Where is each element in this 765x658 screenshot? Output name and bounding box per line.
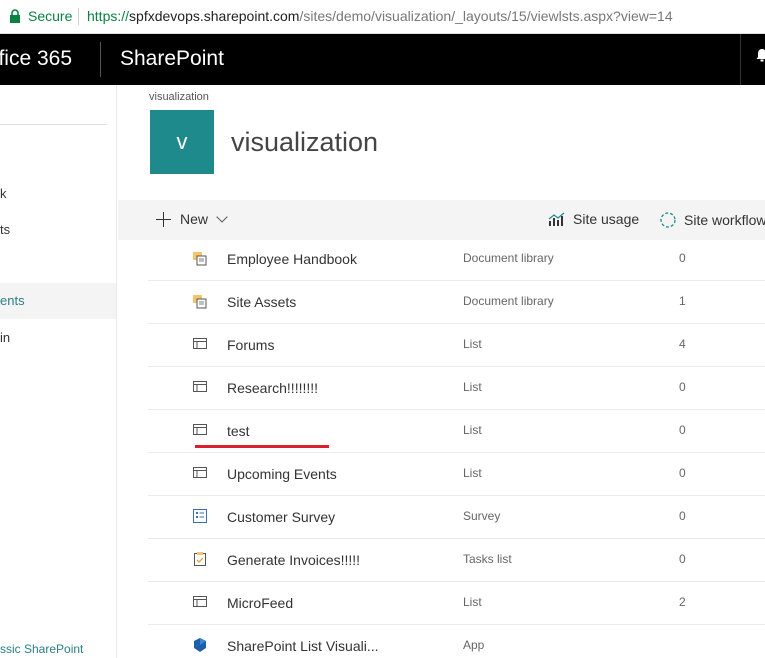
url-text[interactable]: https://spfxdevops.sharepoint.com/sites/…: [87, 8, 673, 24]
list-icon: [192, 422, 208, 438]
list-item-type: List: [463, 380, 482, 394]
leftnav-item-1[interactable]: k: [0, 186, 7, 201]
leftnav-item-4[interactable]: in: [0, 330, 10, 345]
sharepoint-link[interactable]: SharePoint: [120, 47, 224, 71]
lock-icon: [10, 9, 20, 23]
list-icon: [192, 379, 208, 395]
survey-icon: [192, 508, 208, 524]
document-library-icon: [192, 250, 208, 266]
list-icon: [192, 594, 208, 610]
list-item-name[interactable]: Customer Survey: [227, 509, 335, 525]
leftnav-divider: [0, 124, 107, 125]
list-item-type: List: [463, 423, 482, 437]
url-protocol: https://: [87, 8, 130, 24]
list-item-type: List: [463, 595, 482, 609]
site-workflows-label: Site workflow: [684, 212, 765, 228]
list-item-name[interactable]: Employee Handbook: [227, 251, 357, 267]
list-icon: [192, 465, 208, 481]
list-item-count: 0: [679, 509, 686, 523]
office365-link[interactable]: ffice 365: [0, 47, 72, 71]
url-path: /sites/demo/visualization/_layouts/15/vi…: [299, 8, 673, 24]
secure-label: Secure: [28, 8, 73, 24]
url-host: spfxdevops.sharepoint.com: [129, 8, 300, 24]
list-item-name[interactable]: MicroFeed: [227, 595, 293, 611]
list-row[interactable]: Forums List 4: [148, 324, 765, 367]
site-usage-button[interactable]: Site usage: [548, 211, 639, 227]
list-row[interactable]: Upcoming Events List 0: [148, 453, 765, 496]
list-item-count: 2: [679, 595, 686, 609]
list-item-type: List: [463, 337, 482, 351]
list-item-count: 0: [679, 466, 686, 480]
suite-bar: ffice 365 SharePoint: [0, 34, 765, 85]
site-logo-letter: v: [176, 129, 188, 154]
address-divider: [78, 8, 79, 25]
plus-icon: [156, 211, 171, 227]
list-item-count: 1: [679, 294, 686, 308]
list-item-name[interactable]: SharePoint List Visuali...: [227, 638, 379, 654]
list-row[interactable]: Customer Survey Survey 0: [148, 496, 765, 539]
highlight-underline: [195, 445, 329, 448]
site-title[interactable]: visualization: [231, 127, 378, 158]
chevron-down-icon: [216, 210, 228, 223]
tasks-list-icon: [192, 551, 208, 567]
list-item-name[interactable]: Generate Invoices!!!!!: [227, 552, 360, 568]
list-item-type: Tasks list: [463, 552, 512, 566]
list-icon: [192, 336, 208, 352]
app-icon: [192, 637, 208, 653]
leftnav-item-site-contents[interactable]: ents: [0, 283, 116, 319]
breadcrumb[interactable]: visualization: [149, 91, 209, 103]
list-row[interactable]: MicroFeed List 2: [148, 582, 765, 625]
new-button[interactable]: New: [156, 210, 228, 227]
list-item-type: Document library: [463, 251, 554, 265]
list-item-count: 0: [679, 552, 686, 566]
left-navigation: k ts ents in ssic SharePoint: [0, 85, 117, 658]
list-item-name[interactable]: Site Assets: [227, 294, 296, 310]
list-item-name[interactable]: Upcoming Events: [227, 466, 337, 482]
browser-address-bar[interactable]: Secure https://spfxdevops.sharepoint.com…: [0, 0, 765, 34]
chart-icon: [548, 212, 565, 226]
return-to-classic-link[interactable]: ssic SharePoint: [0, 642, 83, 656]
new-label: New: [180, 211, 209, 227]
list-item-type: Document library: [463, 294, 554, 308]
list-row[interactable]: Employee Handbook Document library 0: [148, 238, 765, 281]
bell-icon: [756, 49, 765, 62]
workflow-icon: [660, 212, 676, 228]
list-item-count: 0: [679, 251, 686, 265]
list-item-count: 4: [679, 337, 686, 351]
list-item-name[interactable]: test: [227, 423, 250, 439]
site-logo[interactable]: v: [150, 110, 214, 174]
list-item-type: App: [463, 638, 485, 652]
list-item-type: List: [463, 466, 482, 480]
list-item-name[interactable]: Forums: [227, 337, 274, 353]
list-item-type: Survey: [463, 509, 501, 523]
site-contents-list: Employee Handbook Document library 0 Site A…: [148, 238, 765, 658]
leftnav-item-2[interactable]: ts: [0, 222, 10, 237]
list-item-count: 0: [679, 423, 686, 437]
list-item-name[interactable]: Research!!!!!!!!: [227, 380, 318, 396]
site-usage-label: Site usage: [573, 211, 640, 227]
site-workflows-button[interactable]: Site workflow: [659, 211, 765, 229]
list-row[interactable]: Site Assets Document library 1: [148, 281, 765, 324]
list-item-count: 0: [679, 380, 686, 394]
document-library-icon: [192, 293, 208, 309]
list-row[interactable]: SharePoint List Visuali... App: [148, 625, 765, 658]
suite-divider: [100, 42, 101, 77]
list-row[interactable]: Research!!!!!!!! List 0: [148, 367, 765, 410]
list-row[interactable]: Generate Invoices!!!!! Tasks list 0: [148, 539, 765, 582]
